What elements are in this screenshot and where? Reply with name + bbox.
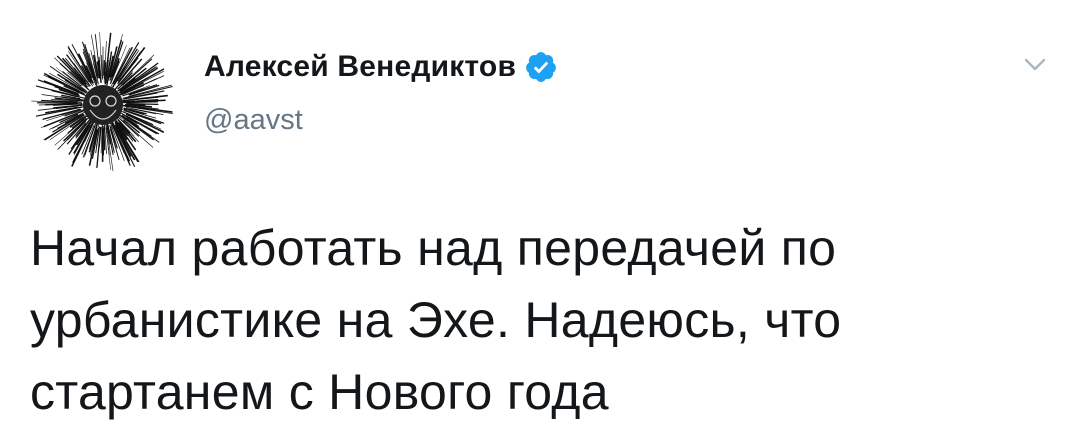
tweet-card: Алексей Венедиктов @aavst Начал работать…	[0, 0, 1080, 438]
avatar-icon	[31, 32, 173, 172]
chevron-down-icon	[1024, 58, 1046, 71]
avatar[interactable]	[28, 28, 178, 178]
name-row: Алексей Венедиктов	[204, 44, 558, 90]
author-handle[interactable]: @aavst	[204, 104, 558, 137]
tweet-header: Алексей Венедиктов @aavst	[204, 44, 558, 137]
verified-badge-icon	[524, 50, 558, 84]
tweet-text: Начал работать над передачей по урбанист…	[30, 220, 842, 420]
tweet-menu-button[interactable]	[1018, 48, 1052, 82]
author-display-name[interactable]: Алексей Венедиктов	[204, 50, 516, 84]
